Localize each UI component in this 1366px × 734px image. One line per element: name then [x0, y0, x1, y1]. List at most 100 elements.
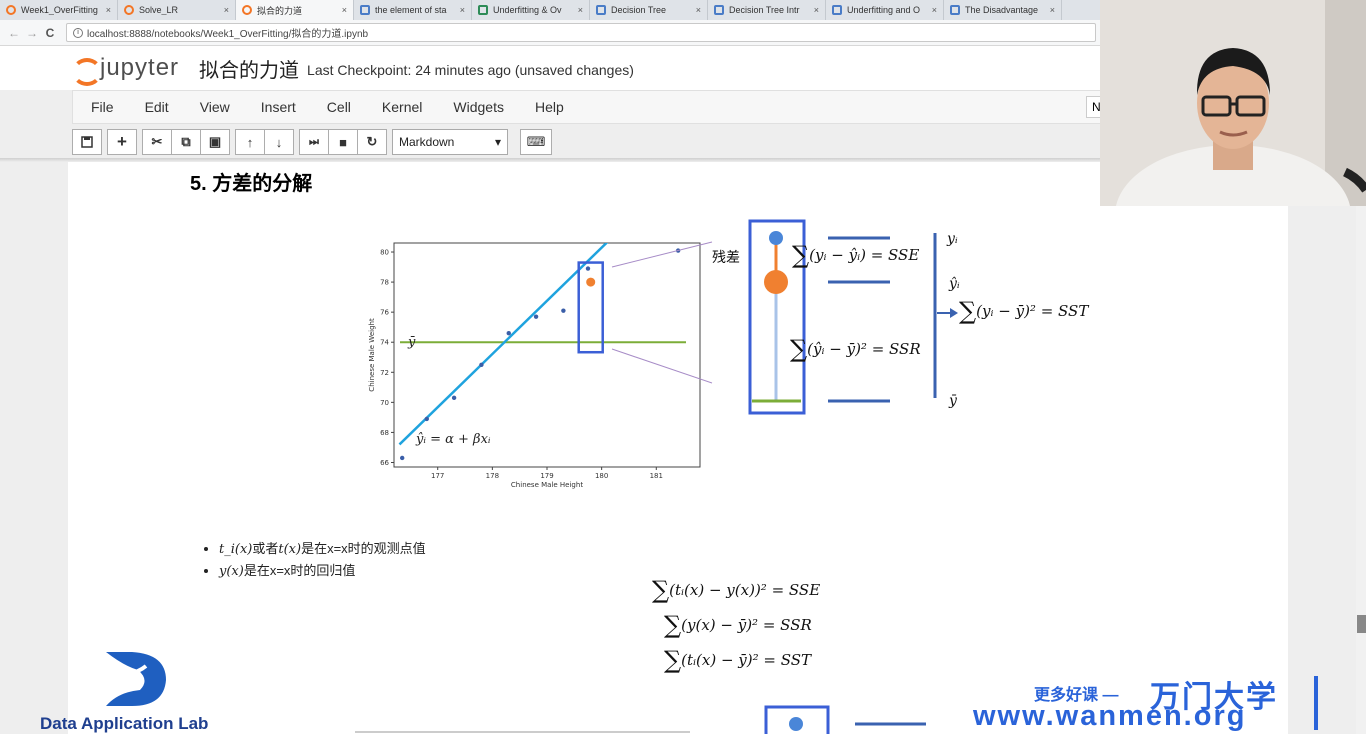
move-up-button[interactable]: ↑: [235, 129, 265, 155]
promo-divider: [1314, 676, 1318, 730]
sum-symbol: ∑: [652, 576, 670, 604]
menu-insert[interactable]: Insert: [261, 99, 296, 115]
tab-label: Decision Tree: [611, 5, 667, 15]
copy-button[interactable]: ⧉: [171, 129, 201, 155]
address-bar: ← → C i localhost:8888/notebooks/Week1_O…: [0, 20, 1100, 46]
sse-text: (yᵢ − ŷᵢ) = SSE: [809, 246, 920, 264]
ssr-text: (ŷᵢ − ȳ)² = SSR: [807, 340, 921, 358]
tab-favicon-icon: [360, 5, 370, 15]
menu-edit[interactable]: Edit: [145, 99, 169, 115]
list-item: y(x)是在x=x时的回归值: [219, 560, 426, 582]
sum-symbol: ∑: [792, 241, 810, 269]
jupyter-logo[interactable]: jupyter: [72, 54, 180, 86]
sse-equation-right: ∑(yᵢ − ŷᵢ) = SSE: [792, 241, 919, 269]
stop-button[interactable]: ■: [328, 129, 358, 155]
tab-label: Underfitting and O: [847, 5, 921, 15]
command-palette-button[interactable]: ⌨: [520, 129, 552, 155]
browser-tab[interactable]: Solve_LR ×: [118, 0, 236, 20]
kernel-indicator[interactable]: N: [1086, 96, 1101, 118]
equation-text: (y(x) − ȳ)² = SSR: [681, 616, 812, 634]
save-button[interactable]: [72, 129, 102, 155]
sst-equation-right: ∑(yᵢ − ȳ)² = SST: [959, 297, 1088, 325]
menu-widgets[interactable]: Widgets: [453, 99, 504, 115]
menu-bar: File Edit View Insert Cell Kernel Widgets Help N: [72, 90, 1101, 124]
info-icon[interactable]: i: [73, 27, 83, 38]
tab-favicon-icon: [832, 5, 842, 15]
browser-tab-strip: Week1_OverFitting × Solve_LR × 拟合的力道 × the ele…: [0, 0, 1100, 20]
browser-tab[interactable]: 拟合的力道 ×: [236, 0, 354, 20]
jupyter-logo-text: jupyter: [100, 54, 180, 81]
ssr-equation: ∑(y(x) − ȳ)² = SSR: [664, 611, 812, 639]
menu-cell[interactable]: Cell: [327, 99, 351, 115]
menu-help[interactable]: Help: [535, 99, 564, 115]
reload-icon[interactable]: C: [42, 26, 58, 40]
tab-label: The Disadvantage: [965, 5, 1039, 15]
page-scrollbar[interactable]: [1356, 206, 1366, 734]
bullet-text: 是在x=x时的回归值: [243, 563, 356, 578]
close-icon[interactable]: ×: [814, 5, 819, 15]
tab-favicon-icon: [950, 5, 960, 15]
run-button[interactable]: ⏭: [299, 129, 329, 155]
move-down-button[interactable]: ↓: [264, 129, 294, 155]
forward-icon[interactable]: →: [24, 26, 40, 40]
data-application-lab-logo-icon: [106, 652, 166, 706]
browser-tab[interactable]: Decision Tree Intr ×: [708, 0, 826, 20]
lab-name: Data Application Lab: [40, 714, 209, 733]
insert-cell-button[interactable]: +: [107, 129, 137, 155]
close-icon[interactable]: ×: [696, 5, 701, 15]
browser-tab[interactable]: The Disadvantage ×: [944, 0, 1062, 20]
back-icon[interactable]: ←: [6, 26, 22, 40]
math-y: y(x): [219, 564, 244, 579]
tab-favicon-icon: [242, 5, 252, 15]
close-icon[interactable]: ×: [460, 5, 465, 15]
promo-url: www.wanmen.org: [973, 700, 1247, 732]
definition-list: t_i(x)或者t(x)是在x=x时的观测点值 y(x)是在x=x时的回归值: [205, 538, 426, 582]
close-icon[interactable]: ×: [1050, 5, 1055, 15]
tab-favicon-icon: [714, 5, 724, 15]
math-ti: t_i(x): [219, 542, 253, 557]
tab-favicon-icon: [478, 5, 488, 15]
notebook-toolbar: + ✂ ⧉ ▣ ↑ ↓ ⏭ ■ ↻ Markdown ▾ ⌨: [72, 128, 552, 156]
browser-tab[interactable]: Week1_OverFitting ×: [0, 0, 118, 20]
jupyter-header: jupyter 拟合的力道 Last Checkpoint: 24 minute…: [0, 46, 1100, 90]
tab-label: Week1_OverFitting: [21, 5, 98, 15]
list-item: t_i(x)或者t(x)是在x=x时的观测点值: [219, 538, 426, 560]
math-t: t(x): [278, 542, 302, 557]
tab-favicon-icon: [6, 5, 16, 15]
tab-label: Solve_LR: [139, 5, 179, 15]
checkpoint-status: Last Checkpoint: 24 minutes ago (unsaved…: [307, 61, 634, 78]
close-icon[interactable]: ×: [578, 5, 583, 15]
bullet-text: 是在x=x时的观测点值: [301, 541, 426, 556]
url-field[interactable]: i localhost:8888/notebooks/Week1_OverFit…: [66, 23, 1096, 42]
cut-button[interactable]: ✂: [142, 129, 172, 155]
section-heading: 5. 方差的分解: [190, 173, 313, 195]
tab-label: Underfitting & Ov: [493, 5, 562, 15]
url-text: localhost:8888/notebooks/Week1_OverFitti…: [87, 29, 369, 40]
sum-symbol: ∑: [790, 335, 808, 363]
close-icon[interactable]: ×: [106, 5, 111, 15]
close-icon[interactable]: ×: [342, 5, 347, 15]
tab-label: Decision Tree Intr: [729, 5, 800, 15]
chevron-down-icon: ▾: [494, 135, 501, 149]
paste-button[interactable]: ▣: [200, 129, 230, 155]
browser-tab[interactable]: Decision Tree ×: [590, 0, 708, 20]
browser-tab[interactable]: Underfitting & Ov ×: [472, 0, 590, 20]
cell-type-value: Markdown: [399, 135, 455, 149]
scrollbar-thumb[interactable]: [1357, 615, 1366, 633]
menu-file[interactable]: File: [91, 99, 114, 115]
ssr-equation-right: ∑(ŷᵢ − ȳ)² = SSR: [790, 335, 921, 363]
menu-view[interactable]: View: [200, 99, 230, 115]
close-icon[interactable]: ×: [224, 5, 229, 15]
sum-symbol: ∑: [664, 611, 682, 639]
sum-symbol: ∑: [959, 297, 977, 325]
menu-kernel[interactable]: Kernel: [382, 99, 422, 115]
tab-label: 拟合的力道: [257, 5, 303, 16]
browser-tab[interactable]: Underfitting and O ×: [826, 0, 944, 20]
equation-text: (tᵢ(x) − y(x))² = SSE: [669, 581, 821, 599]
close-icon[interactable]: ×: [932, 5, 937, 15]
browser-tab[interactable]: the element of sta ×: [354, 0, 472, 20]
restart-button[interactable]: ↻: [357, 129, 387, 155]
bullet-text: 或者: [252, 541, 279, 556]
notebook-name[interactable]: 拟合的力道: [199, 54, 299, 83]
cell-type-select[interactable]: Markdown ▾: [392, 129, 508, 155]
